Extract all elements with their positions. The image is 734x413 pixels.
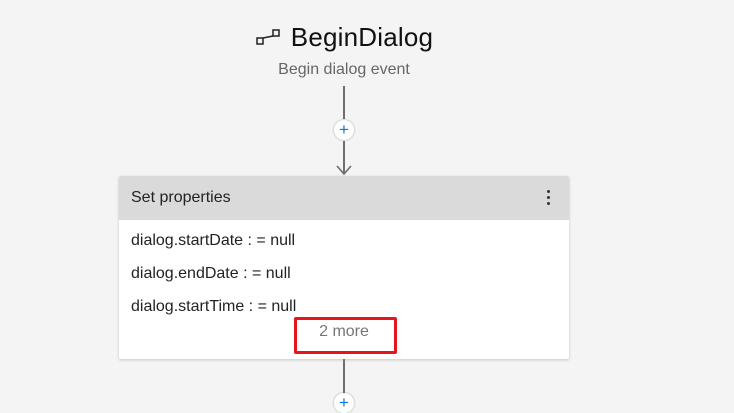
card-title: Set properties [131,189,231,206]
trigger-title-row: BeginDialog [255,22,433,53]
add-action-button[interactable]: + [334,120,354,140]
property-assignment: dialog.endDate : = null [131,265,291,282]
trigger-subtitle: Begin dialog event [278,60,410,78]
begin-dialog-icon [255,26,283,50]
flow-connector [343,86,345,119]
flow-arrow-icon [336,165,352,176]
begin-dialog-trigger[interactable]: BeginDialog Begin dialog event [0,22,688,79]
menu-dot [546,196,550,199]
card-header: Set properties [119,176,569,220]
flow-connector [343,359,345,394]
property-assignment: dialog.startTime : = null [131,298,297,315]
menu-dot [546,202,550,205]
highlight-box [294,317,397,354]
property-assignment: dialog.startDate : = null [131,232,296,249]
add-action-button[interactable]: + [334,393,354,413]
more-vertical-icon[interactable] [538,187,558,209]
trigger-title: BeginDialog [290,22,434,52]
menu-dot [546,190,550,193]
